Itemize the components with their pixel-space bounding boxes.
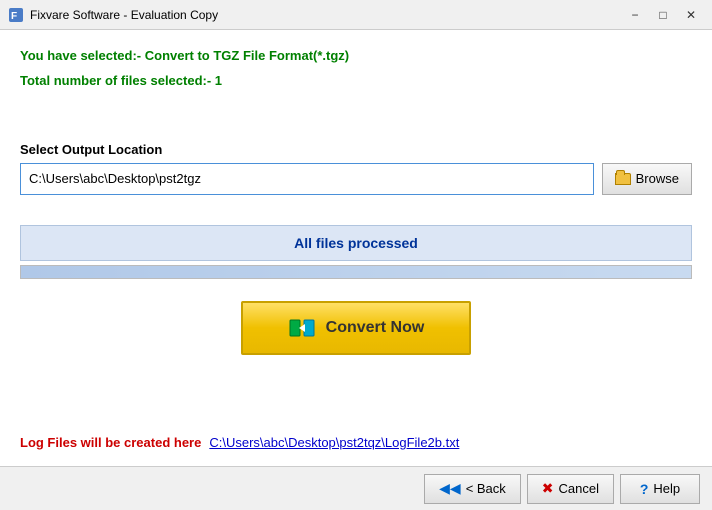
bottom-bar: ◀◀ < Back ✖ Cancel ? Help [0,466,712,510]
minimize-button[interactable]: − [622,5,648,25]
convert-now-label: Convert Now [326,319,425,337]
browse-button[interactable]: Browse [602,163,692,195]
back-button[interactable]: ◀◀ < Back [424,474,521,504]
convert-section: Convert Now [20,301,692,355]
window-controls: − □ ✕ [622,5,704,25]
help-label: Help [653,481,680,496]
output-row: Browse [20,163,692,195]
close-button[interactable]: ✕ [678,5,704,25]
help-button[interactable]: ? Help [620,474,700,504]
convert-icon [288,314,316,342]
status-bar: All files processed [20,225,692,261]
window-title: Fixvare Software - Evaluation Copy [30,8,622,22]
cancel-icon: ✖ [542,480,554,497]
back-label: < Back [466,481,506,496]
folder-icon [615,173,631,185]
svg-text:F: F [11,11,17,22]
log-row: Log Files will be created here C:\Users\… [20,435,459,450]
status-text: All files processed [294,235,418,251]
cancel-button[interactable]: ✖ Cancel [527,474,614,504]
maximize-button[interactable]: □ [650,5,676,25]
log-files-label: Log Files will be created here [20,435,201,450]
main-content: You have selected:- Convert to TGZ File … [0,30,712,466]
progress-bar-container [20,265,692,279]
help-icon: ? [640,481,649,497]
selected-format-info: You have selected:- Convert to TGZ File … [20,46,692,67]
back-icon: ◀◀ [439,480,461,497]
output-path-input[interactable] [20,163,594,195]
app-icon: F [8,7,24,23]
selected-files-info: Total number of files selected:- 1 [20,71,692,92]
browse-label: Browse [636,171,679,186]
convert-now-button[interactable]: Convert Now [241,301,471,355]
progress-fill [21,266,691,278]
log-file-link[interactable]: C:\Users\abc\Desktop\pst2tqz\LogFile2b.t… [209,435,459,450]
title-bar: F Fixvare Software - Evaluation Copy − □… [0,0,712,30]
output-section: Select Output Location Browse [20,142,692,195]
cancel-label: Cancel [559,481,599,496]
output-label: Select Output Location [20,142,692,157]
